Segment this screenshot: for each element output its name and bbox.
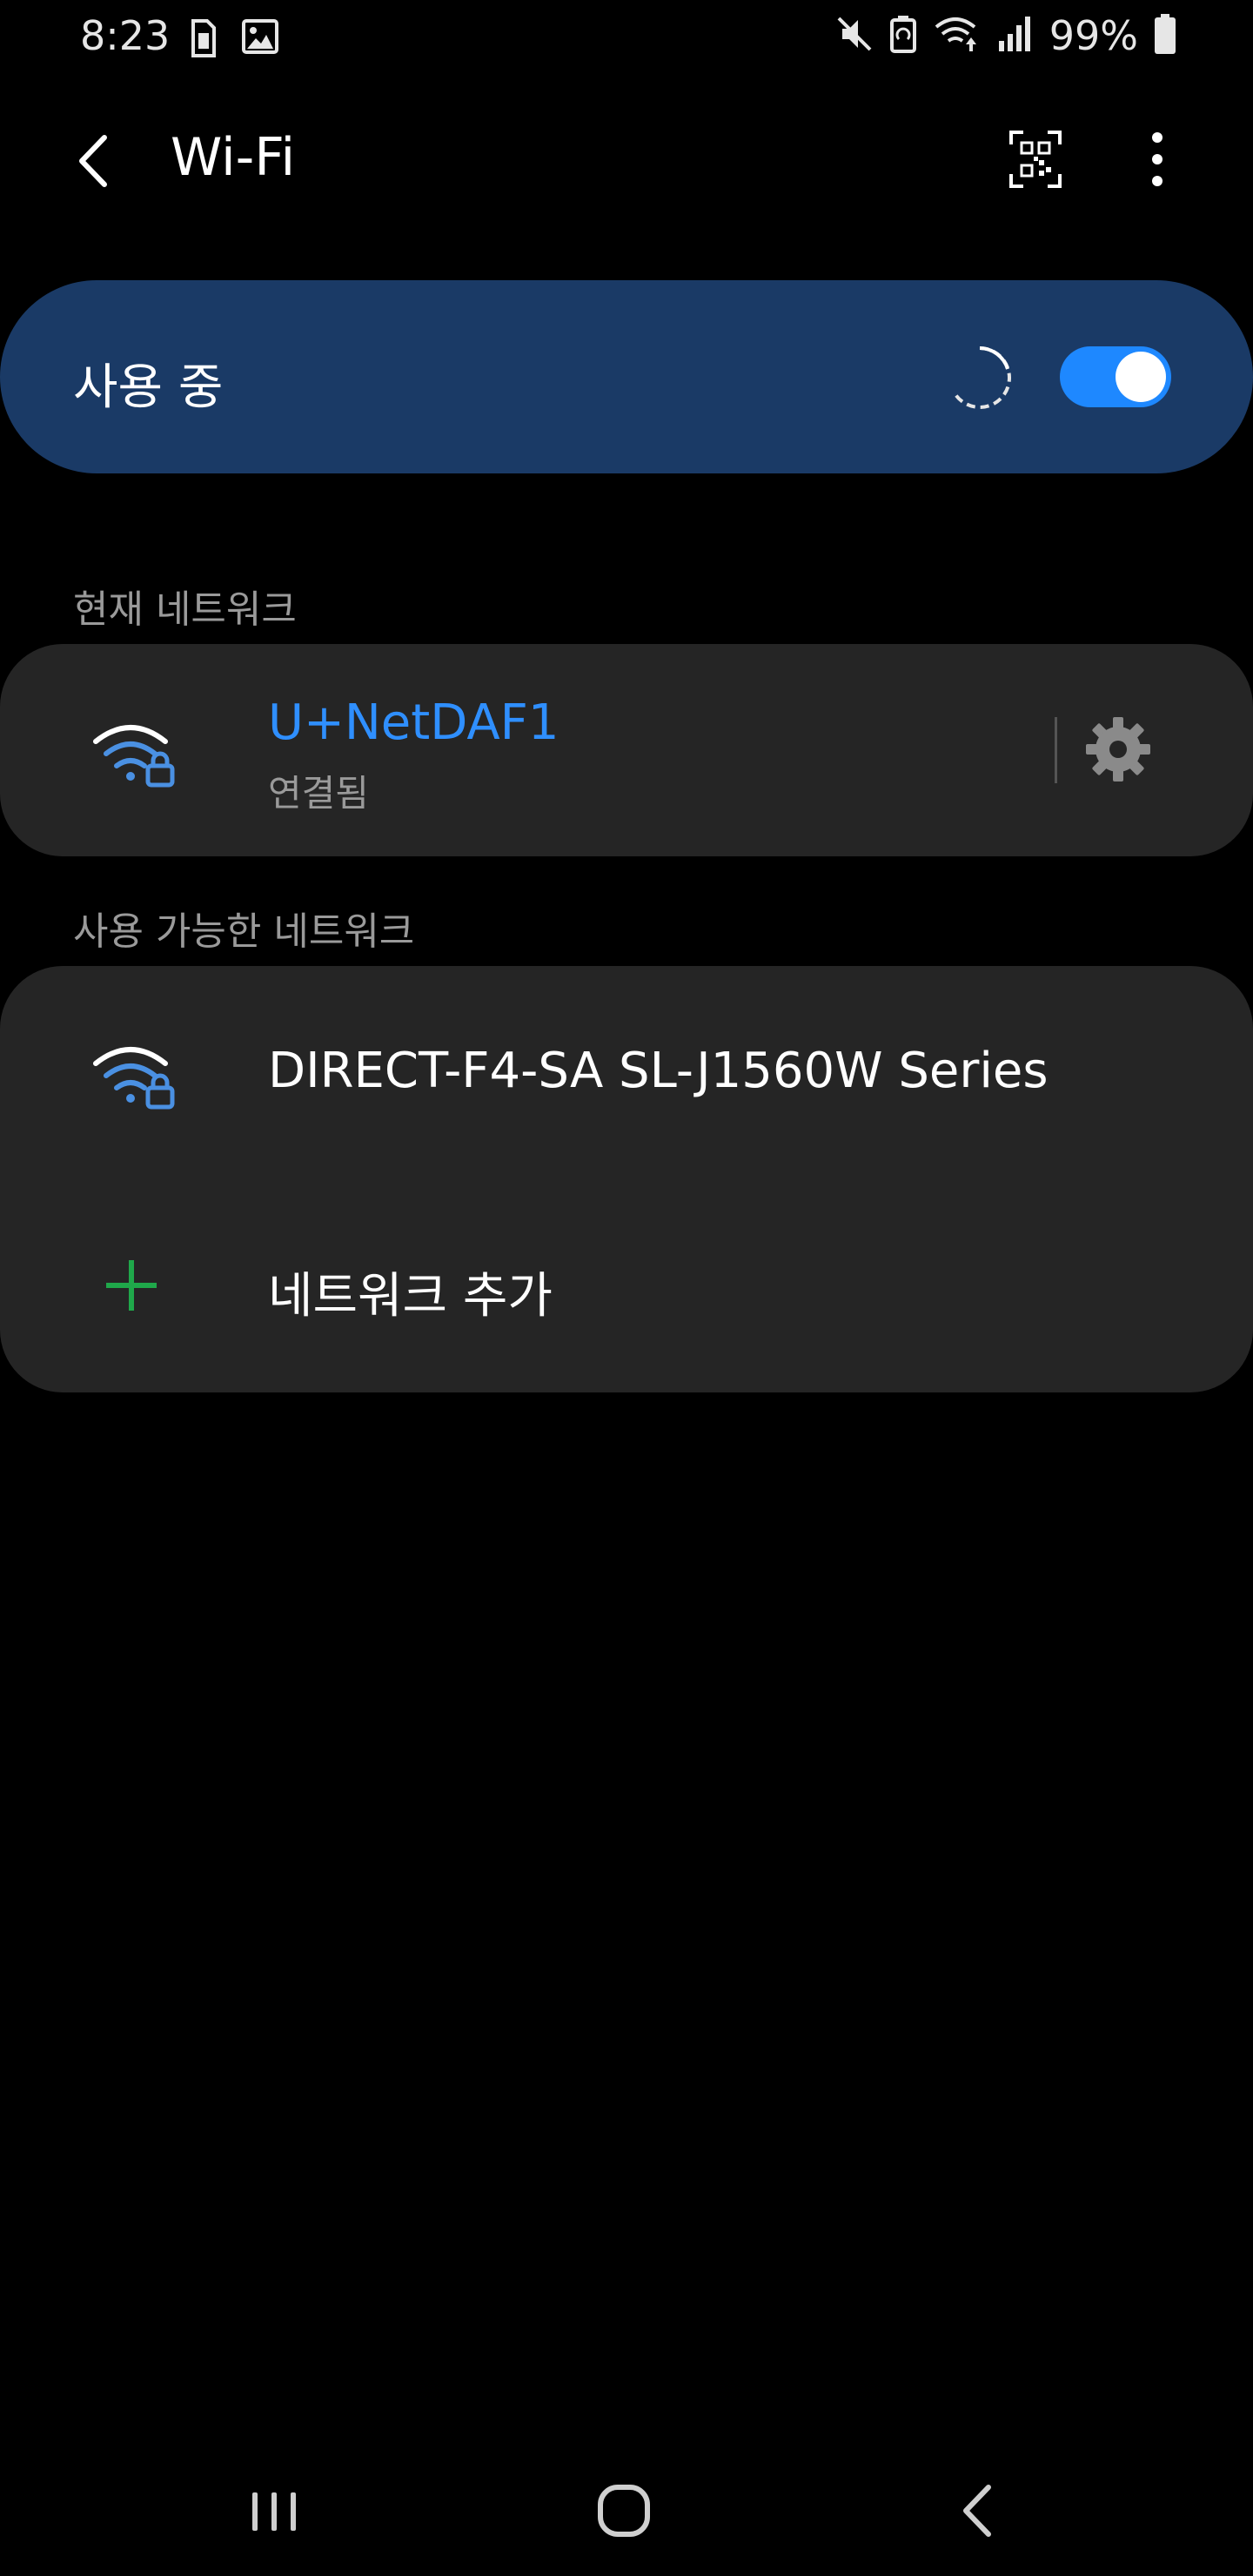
sim-card-icon [190,19,216,61]
app-bar: Wi-Fi [0,104,1253,218]
gear-icon [1086,717,1150,782]
status-bar: 8:23 99% [0,0,1253,78]
network-settings-button[interactable] [1082,714,1154,785]
scanning-spinner-icon [945,343,1015,416]
add-icon [103,1257,160,1318]
signal-icon [997,15,1034,57]
qr-code-button[interactable] [1009,131,1062,188]
mute-icon [835,15,874,57]
battery-percent: 99% [1049,12,1138,59]
toggle-knob [1116,352,1166,402]
wifi-secured-icon [90,1037,178,1114]
divider [1055,717,1057,783]
back-button[interactable] [70,131,122,191]
wifi-settings-screen: 8:23 99% Wi-Fi 사용 중 현재 네트워크 U+NetDAF1 연결… [0,0,1253,2576]
back-nav-button[interactable] [940,2472,1018,2550]
qr-code-icon [1009,131,1062,188]
home-icon [598,2485,650,2537]
current-network-status: 연결됨 [268,772,369,815]
status-time: 8:23 [80,12,171,59]
add-network-label: 네트워크 추가 [268,1268,553,1325]
current-network-name: U+NetDAF1 [268,694,559,751]
battery-icon [1154,14,1176,57]
wifi-toggle-switch[interactable] [1060,346,1171,407]
available-networks-header: 사용 가능한 네트워크 [73,909,415,954]
more-options-button[interactable] [1140,129,1175,190]
recents-button[interactable] [235,2472,313,2550]
current-network-header: 현재 네트워크 [73,587,297,632]
page-title: Wi-Fi [171,127,296,188]
back-icon [79,135,107,187]
wifi-data-icon [933,15,982,57]
master-switch-label: 사용 중 [73,359,224,416]
wifi-secured-icon [90,715,178,792]
more-vert-icon [1152,132,1163,186]
network-name: DIRECT-F4-SA SL-J1560W Series [268,1043,1049,1099]
network-list-item[interactable]: DIRECT-F4-SA SL-J1560W Series [0,966,1253,1180]
image-icon [242,19,278,61]
add-network-item[interactable]: 네트워크 추가 [0,1180,1253,1392]
navigation-bar [0,2454,1253,2576]
system-icons: 99% [835,12,1176,59]
back-nav-icon [963,2485,991,2537]
current-network-card[interactable]: U+NetDAF1 연결됨 [0,644,1253,856]
home-button[interactable] [585,2472,663,2550]
recents-icon [252,2492,296,2531]
notification-icons [190,19,278,61]
battery-saver-icon [889,15,917,57]
available-networks-card: DIRECT-F4-SA SL-J1560W Series 네트워크 추가 [0,966,1253,1392]
